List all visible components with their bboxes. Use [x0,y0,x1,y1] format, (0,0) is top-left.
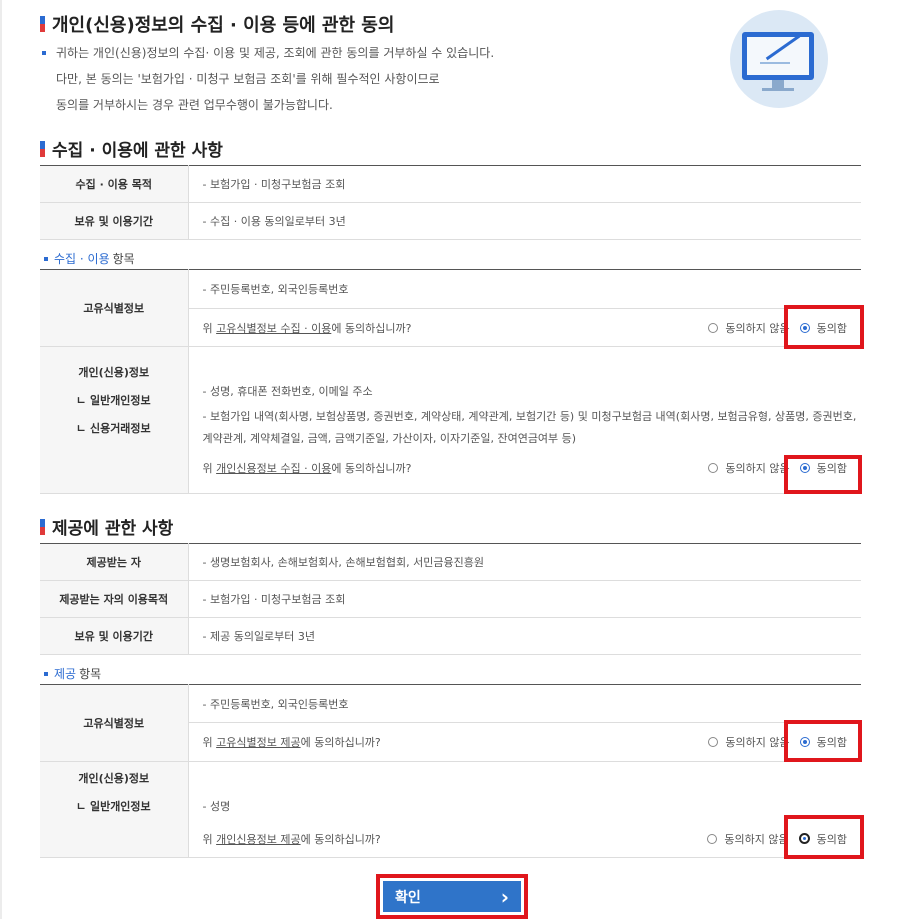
left-border [0,0,2,919]
bullet-icon [42,51,46,55]
provision-items-label: 제공 항목 [44,665,101,682]
row-value: - 성명 [202,800,231,813]
question-cell: 위 고유식별정보 제공에 동의하십니까? 동의하지 않음 동의함 [188,722,861,762]
agree-highlight [784,455,862,494]
radio-icon[interactable] [708,737,719,747]
intro-text: 귀하는 개인(신용)정보의 수집· 이용 및 제공, 조회에 관한 동의를 거부… [42,40,494,118]
collection-info-table: 수집 · 이용 목적 - 보험가입 · 미청구보험금 조회 보유 및 이용기간 … [40,165,861,240]
row-value: - 주민등록번호, 외국인등록번호 [188,269,861,309]
row-value: - 보험가입 · 미청구보험금 조회 [188,165,861,203]
table-row: 개인(신용)정보 ㄴ 일반개인정보 - 성명 위 개인신용정보 제공에 동의하십… [40,761,861,858]
row-label: 제공받는 자의 이용목적 [40,580,189,618]
radio-icon[interactable] [708,462,719,473]
question-cell: 위 고유식별정보 수집 · 이용에 동의하십니까? 동의하지 않음 동의함 [188,308,861,347]
table-row: 보유 및 이용기간 - 제공 동의일로부터 3년 [40,617,861,655]
title-mark-icon [40,518,45,535]
bullet-icon [44,256,48,261]
row-value: - 성명, 휴대폰 전화번호, 이메일 주소 [202,385,373,398]
row-value: - 생명보험회사, 손해보험회사, 손해보험협회, 서민금융진흥원 [188,543,861,581]
title-mark-icon [40,16,45,32]
provision-section-title: 제공에 관한 사항 [40,514,173,539]
bullet-icon [44,671,48,676]
intro-line-2: 다만, 본 동의는 '보험가입 · 미청구 보험금 조회'를 위해 필수적인 사… [56,72,440,86]
radio-icon[interactable] [707,833,718,844]
confirm-highlight: 확인 › [376,874,528,919]
provision-info-table: 제공받는 자 - 생명보험회사, 손해보험회사, 손해보험협회, 서민금융진흥원… [40,543,861,655]
collection-items-label: 수집 · 이용 항목 [44,250,135,267]
table-row: 제공받는 자 - 생명보험회사, 손해보험회사, 손해보험협회, 서민금융진흥원 [40,543,861,581]
table-row: 개인(신용)정보 ㄴ 일반개인정보 ㄴ 신용거래정보 - 성명, 휴대폰 전화번… [40,346,861,494]
confirm-label: 확인 [395,889,421,906]
question-text: 위 고유식별정보 제공에 동의하십니까? [202,736,381,749]
disagree-radio[interactable]: 동의하지 않음 [708,734,790,750]
collection-title-text: 수집 · 이용에 관한 사항 [52,141,223,161]
agree-highlight [784,720,862,762]
table-row: 고유식별정보 - 주민등록번호, 외국인등록번호 [40,269,861,347]
row-value: - 주민등록번호, 외국인등록번호 [188,684,861,723]
monitor-illustration-icon [730,10,828,108]
row-value: 계약관계, 계약체결일, 금액, 금액기준일, 가산이자, 이자기준일, 잔여연… [202,432,577,445]
table-row: 수집 · 이용 목적 - 보험가입 · 미청구보험금 조회 [40,165,861,203]
agree-highlight [784,815,864,859]
row-label: 수집 · 이용 목적 [40,165,189,203]
row-label: 고유식별정보 [40,269,189,347]
disagree-radio[interactable]: 동의하지 않음 [707,831,789,847]
personal-value-cell: - 성명, 휴대폰 전화번호, 이메일 주소 - 보험가입 내역(회사명, 보험… [188,346,861,494]
row-value: - 보험가입 · 미청구보험금 조회 [188,580,861,618]
chevron-right-icon: › [500,884,509,909]
disagree-radio[interactable]: 동의하지 않음 [708,460,790,476]
row-value: - 수집 · 이용 동의일로부터 3년 [188,202,861,240]
row-label: 개인(신용)정보 ㄴ 일반개인정보 [40,761,189,858]
question-text: 위 고유식별정보 수집 · 이용에 동의하십니까? [202,321,412,335]
intro-line-1: 귀하는 개인(신용)정보의 수집· 이용 및 제공, 조회에 관한 동의를 거부… [56,46,495,60]
provision-items-table: 고유식별정보 - 주민등록번호, 외국인등록번호 위 고유식별정보 제공에 동의… [40,684,861,858]
row-label: 보유 및 이용기간 [40,617,189,655]
row-label: 제공받는 자 [40,543,189,581]
question-text: 위 개인신용정보 제공에 동의하십니까? [202,832,381,846]
disagree-radio[interactable]: 동의하지 않음 [708,320,790,336]
question-text: 위 개인신용정보 수집 · 이용에 동의하십니까? [202,461,412,475]
collection-items-table: 고유식별정보 - 주민등록번호, 외국인등록번호 위 고유식별정보 수집 · 이… [40,269,861,494]
row-value: - 보험가입 내역(회사명, 보험상품명, 증권번호, 계약상태, 계약관계, … [202,410,857,423]
row-label: 개인(신용)정보 ㄴ 일반개인정보 ㄴ 신용거래정보 [40,346,189,494]
intro-line-3: 동의를 거부하시는 경우 관련 업무수행이 불가능합니다. [56,98,333,112]
agree-highlight [784,305,864,349]
row-label: 고유식별정보 [40,684,189,762]
table-row: 고유식별정보 - 주민등록번호, 외국인등록번호 [40,684,861,762]
page-title-text: 개인(신용)정보의 수집 · 이용 등에 관한 동의 [52,15,395,36]
page-title: 개인(신용)정보의 수집 · 이용 등에 관한 동의 [40,11,394,37]
table-row: 보유 및 이용기간 - 수집 · 이용 동의일로부터 3년 [40,202,861,240]
confirm-button[interactable]: 확인 › [383,881,521,912]
title-mark-icon [40,140,45,157]
table-row: 제공받는 자의 이용목적 - 보험가입 · 미청구보험금 조회 [40,580,861,618]
row-value: - 제공 동의일로부터 3년 [188,617,861,655]
personal-value-cell: - 성명 위 개인신용정보 제공에 동의하십니까? 동의하지 않음 동의함 [188,761,861,858]
row-label: 보유 및 이용기간 [40,202,189,240]
collection-section-title: 수집 · 이용에 관한 사항 [40,136,223,161]
provision-title-text: 제공에 관한 사항 [52,519,174,539]
radio-icon[interactable] [708,322,719,333]
